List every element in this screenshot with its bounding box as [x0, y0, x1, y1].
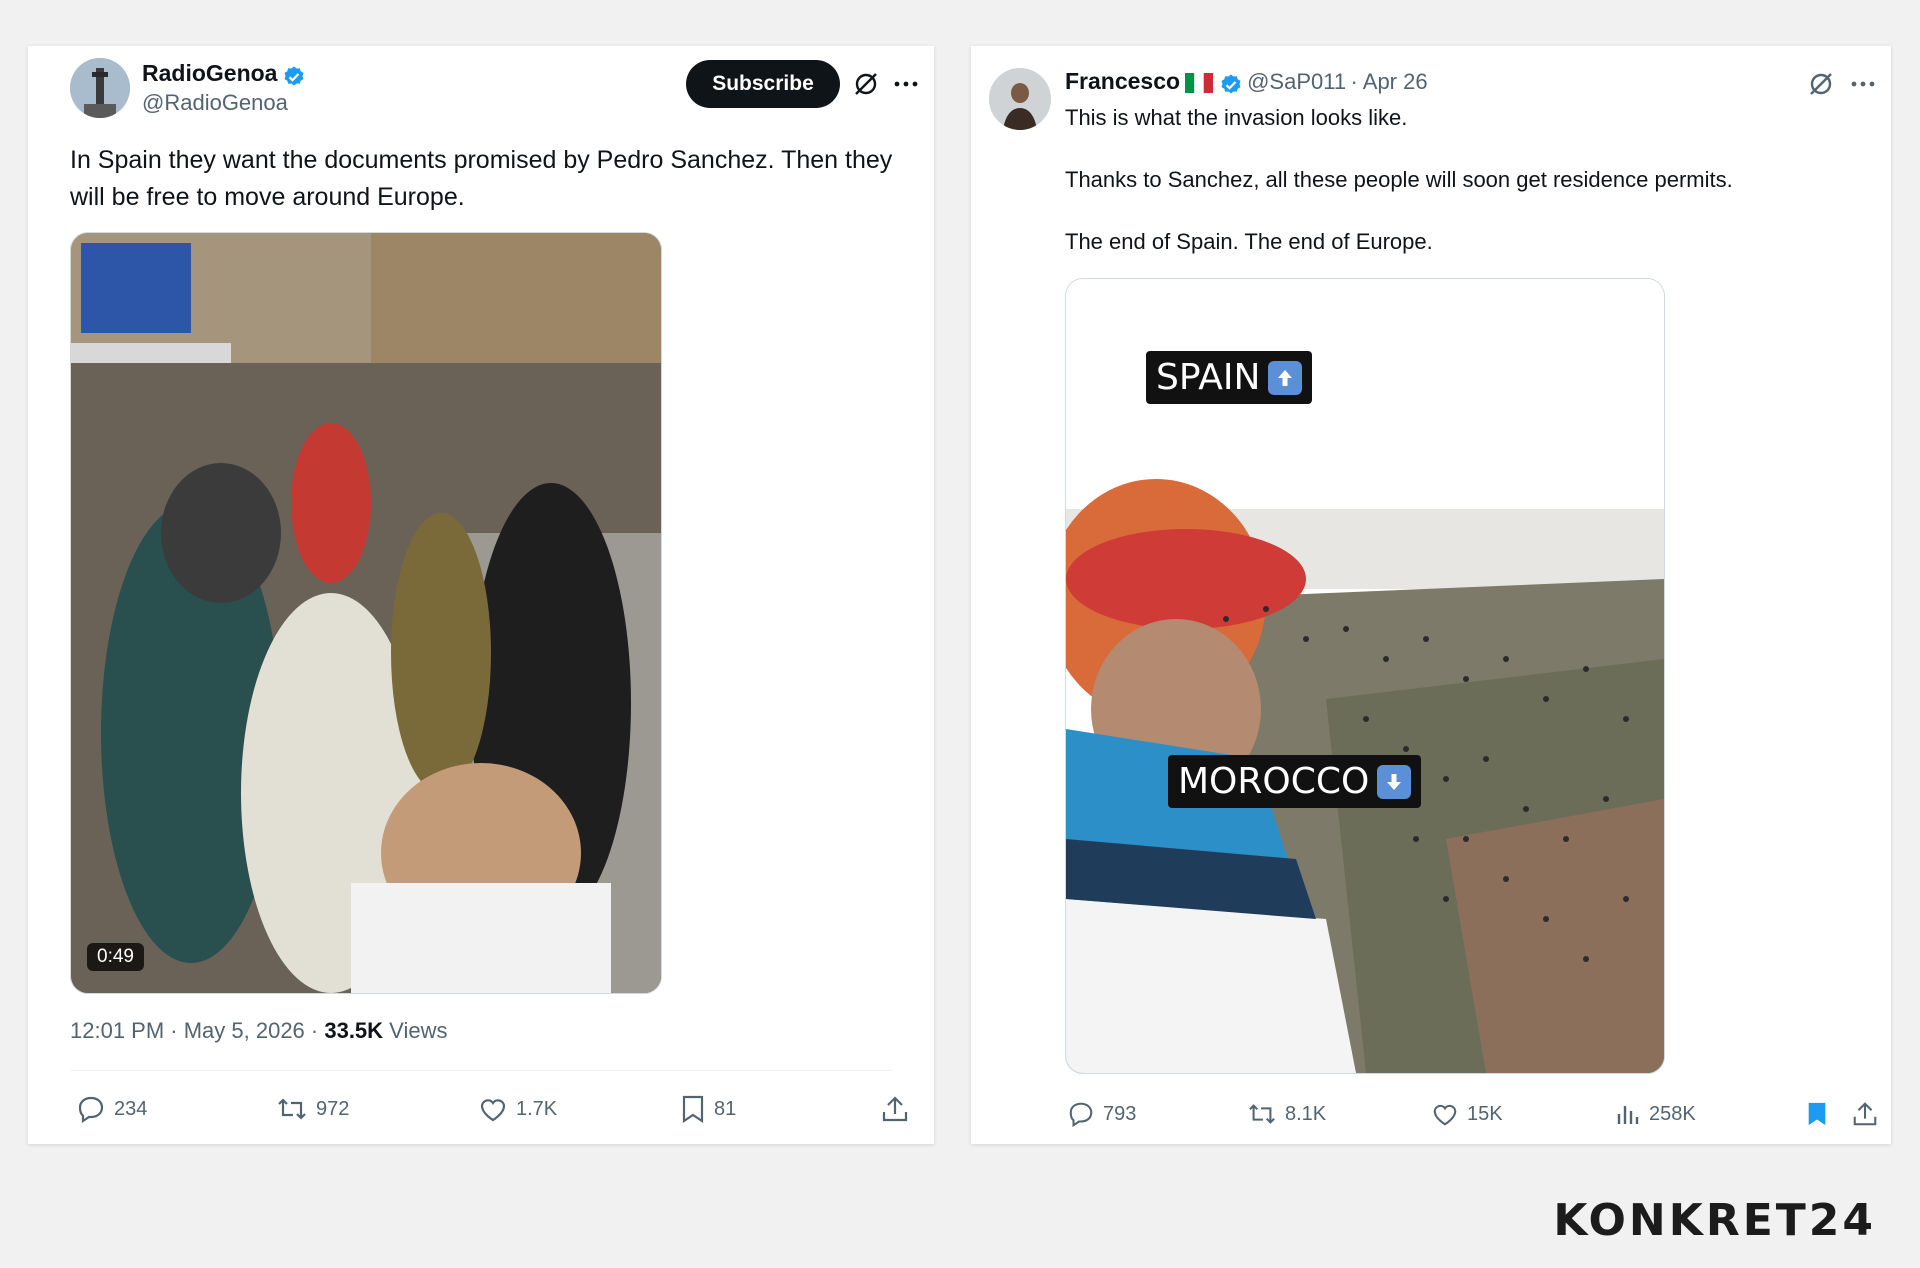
- bookmark-icon: [682, 1095, 704, 1124]
- display-name[interactable]: RadioGenoa: [142, 60, 277, 86]
- like-button[interactable]: 1.7K: [478, 1094, 557, 1124]
- views-count: 258K: [1649, 1102, 1696, 1125]
- share-icon: [882, 1096, 908, 1122]
- author-header: Francesco @SaP011 · Apr 26: [1065, 68, 1428, 97]
- more-icon[interactable]: [1847, 68, 1879, 100]
- views-count: 33.5K: [324, 1018, 384, 1043]
- repost-button[interactable]: 8.1K: [1247, 1100, 1326, 1128]
- avatar-tower-image: [70, 58, 130, 118]
- video-duration-badge: 0:49: [87, 943, 144, 971]
- bookmark-filled-icon: [1808, 1102, 1826, 1126]
- timestamp-date[interactable]: 12:01 PM · May 5, 2026 ·: [70, 1018, 324, 1043]
- grok-icon[interactable]: [1805, 68, 1837, 100]
- video-thumbnail-crowd: [71, 233, 661, 993]
- bookmark-button[interactable]: [1805, 1100, 1829, 1128]
- display-name[interactable]: Francesco: [1065, 68, 1180, 94]
- divider: [70, 1070, 892, 1071]
- views-button[interactable]: 258K: [1615, 1100, 1696, 1128]
- share-button[interactable]: [880, 1094, 910, 1124]
- repost-count: 972: [316, 1097, 350, 1120]
- post-text: In Spain they want the documents promise…: [70, 146, 893, 211]
- avatar[interactable]: [70, 58, 130, 118]
- post-card-francesco: Francesco @SaP011 · Apr 26 This is what …: [971, 46, 1891, 1144]
- arrow-down-icon: [1377, 764, 1412, 799]
- repost-icon: [278, 1098, 306, 1120]
- bookmark-button[interactable]: 81: [680, 1094, 736, 1124]
- reply-button[interactable]: 793: [1067, 1100, 1136, 1128]
- reply-count: 793: [1103, 1102, 1137, 1125]
- post-text-line-2: Thanks to Sanchez, all these people will…: [1065, 167, 1733, 192]
- video-player[interactable]: SPAIN MOROCCO: [1065, 278, 1665, 1074]
- avatar-person-image: [989, 68, 1051, 130]
- overlay-label-spain-text: SPAIN: [1156, 357, 1261, 398]
- arrow-up-icon: [1268, 360, 1303, 395]
- repost-count: 8.1K: [1285, 1102, 1327, 1125]
- reply-count: 234: [114, 1097, 148, 1120]
- author-header: RadioGenoa: [142, 60, 306, 89]
- overlay-label-spain: SPAIN: [1146, 351, 1313, 404]
- video-player[interactable]: 0:49: [70, 232, 662, 994]
- reply-button[interactable]: 234: [76, 1094, 147, 1124]
- repost-icon: [1249, 1104, 1275, 1124]
- verified-badge-icon: [1221, 74, 1241, 94]
- verified-badge-icon: [284, 66, 304, 86]
- reply-icon: [1069, 1102, 1093, 1128]
- handle[interactable]: @SaP011: [1247, 69, 1346, 94]
- subscribe-button[interactable]: Subscribe: [686, 60, 840, 108]
- italy-flag: [1184, 69, 1219, 94]
- reply-icon: [78, 1096, 104, 1124]
- watermark-logo: KONKRET24: [1553, 1195, 1876, 1246]
- grok-icon[interactable]: [850, 68, 882, 100]
- avatar[interactable]: [989, 68, 1051, 130]
- like-count: 1.7K: [516, 1097, 558, 1120]
- italy-flag-icon: [1184, 73, 1213, 94]
- post-timestamp[interactable]: 12:01 PM · May 5, 2026 · 33.5K Views: [70, 1018, 447, 1044]
- bookmark-count: 81: [714, 1097, 737, 1120]
- post-date[interactable]: · Apr 26: [1351, 69, 1428, 94]
- like-icon: [480, 1099, 506, 1122]
- share-button[interactable]: [1851, 1100, 1879, 1128]
- repost-button[interactable]: 972: [276, 1094, 349, 1124]
- post-text-line-1: This is what the invasion looks like.: [1065, 105, 1408, 130]
- like-icon: [1433, 1104, 1457, 1126]
- post-text-line-3: The end of Spain. The end of Europe.: [1065, 229, 1433, 254]
- more-icon[interactable]: [890, 68, 922, 100]
- post-card-radiogenoa: RadioGenoa @RadioGenoa Subscribe In Spai…: [28, 46, 934, 1144]
- overlay-label-morocco-text: MOROCCO: [1178, 761, 1370, 802]
- overlay-label-morocco: MOROCCO: [1168, 755, 1422, 808]
- views-icon: [1617, 1106, 1639, 1124]
- like-count: 15K: [1467, 1102, 1503, 1125]
- views-label: Views: [383, 1018, 448, 1043]
- share-icon: [1853, 1102, 1877, 1126]
- handle[interactable]: @RadioGenoa: [142, 90, 288, 116]
- like-button[interactable]: 15K: [1431, 1100, 1503, 1128]
